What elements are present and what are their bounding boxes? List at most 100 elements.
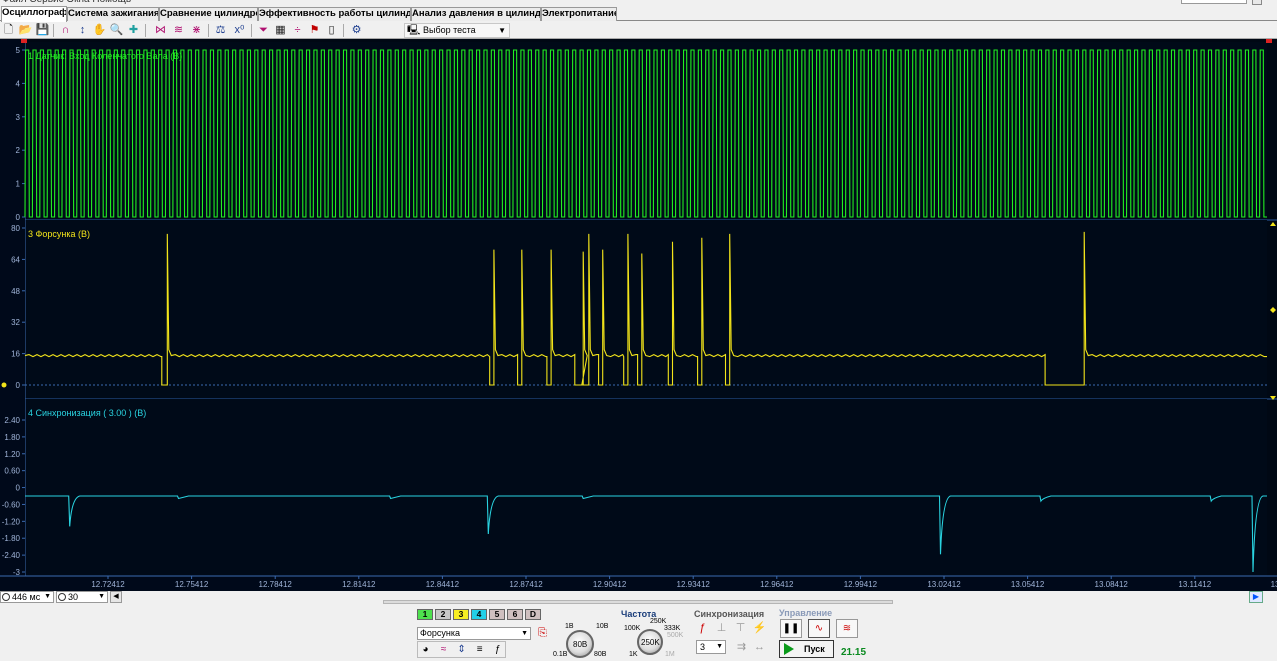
freq-label-333k: 333K bbox=[664, 625, 681, 632]
panel-splitter[interactable] bbox=[383, 600, 893, 604]
waveform-icon[interactable]: ≈ bbox=[436, 642, 451, 657]
tab-cylinder-pressure[interactable]: Анализ давления в цилиндре bbox=[411, 7, 541, 21]
menubar-items[interactable]: Файл Сервис Окна Помощь bbox=[2, 0, 131, 5]
ch3-offset-marker bbox=[1, 382, 7, 388]
oscilloscope-app: Файл Сервис Окна Помощь Осциллограф Сист… bbox=[0, 0, 1277, 661]
toolbar-separator bbox=[53, 24, 54, 37]
oscilloscope-plot[interactable]: 5432101 Датчик: Вход Коленчатого Вала (В… bbox=[0, 39, 1277, 591]
start-marker bbox=[21, 39, 27, 43]
y-tick-label: 16 bbox=[11, 350, 20, 359]
table-icon[interactable]: ▦ bbox=[273, 23, 288, 38]
funnel-icon[interactable]: ⏷ bbox=[256, 23, 271, 38]
function-icon[interactable]: ƒ bbox=[490, 642, 505, 657]
toolbar-separator bbox=[208, 24, 209, 37]
signal-tools: ◕ ≈ ⇕ ≡ ƒ bbox=[417, 641, 507, 658]
sync-offset-icon[interactable]: ↔ bbox=[752, 640, 767, 655]
cursor-icon[interactable]: ↕ bbox=[75, 23, 90, 38]
oscilloscope-svg[interactable]: 5432101 Датчик: Вход Коленчатого Вала (В… bbox=[0, 39, 1277, 591]
zoom-icon[interactable]: 🔍 bbox=[109, 23, 124, 38]
multi-wave-icon[interactable]: ≋ bbox=[836, 619, 858, 638]
new-file-icon[interactable]: 🗋 bbox=[1, 23, 16, 38]
rate-select[interactable]: 30 ▼ bbox=[56, 591, 108, 603]
headphones-icon[interactable]: ∩ bbox=[58, 23, 73, 38]
waveform-icon[interactable]: ⋈ bbox=[153, 23, 168, 38]
x-tick-label: 12.84412 bbox=[426, 580, 460, 589]
run-button[interactable]: Пуск bbox=[779, 640, 834, 658]
pulse-icon[interactable]: ⊤ bbox=[733, 621, 748, 636]
trigger-auto-icon[interactable]: ⚡ bbox=[752, 621, 767, 636]
y-tick-label: 80 bbox=[11, 224, 20, 233]
math-icon[interactable]: ⋇ bbox=[189, 23, 204, 38]
channel-button-d[interactable]: D bbox=[525, 609, 541, 620]
camera-icon[interactable]: ⚙ bbox=[349, 23, 364, 38]
overlay-icon[interactable]: ≋ bbox=[171, 23, 186, 38]
play-icon bbox=[784, 643, 794, 655]
y-tick-label: 1.20 bbox=[4, 450, 20, 459]
y-tick-label: -3 bbox=[13, 568, 21, 577]
tab-cylinder-efficiency[interactable]: Эффективность работы цилиндров bbox=[258, 7, 411, 21]
x-tick-label: 13.02412 bbox=[927, 580, 961, 589]
x-tick-label: 12.93412 bbox=[677, 580, 711, 589]
x-tick-label: 13.11412 bbox=[1178, 580, 1211, 589]
channel-button-6[interactable]: 6 bbox=[507, 609, 523, 620]
test-icon: 🖳 bbox=[407, 25, 421, 36]
open-folder-icon[interactable]: 📂 bbox=[18, 23, 33, 38]
x-tick-label: 13.1 bbox=[1271, 580, 1277, 589]
rate-value: 30 bbox=[68, 592, 79, 602]
falling-edge-icon[interactable]: ⊥ bbox=[714, 621, 729, 636]
control-header: Управление bbox=[779, 608, 833, 618]
tab-power-supply[interactable]: Электропитание bbox=[541, 7, 617, 21]
top-search-field[interactable] bbox=[1181, 0, 1247, 4]
note-icon[interactable]: ▯ bbox=[324, 23, 339, 38]
axis-icon[interactable]: ⚖ bbox=[213, 23, 228, 38]
split-icon[interactable]: ÷ bbox=[290, 23, 305, 38]
channel-button-1[interactable]: 1 bbox=[417, 609, 433, 620]
tab-cylinder-comparison[interactable]: Сравнение цилиндров bbox=[159, 7, 258, 21]
pause-icon[interactable]: ❚❚ bbox=[780, 619, 802, 638]
rising-edge-icon[interactable]: ƒ bbox=[695, 621, 710, 636]
voltage-label-01v: 0.1В bbox=[553, 651, 568, 658]
y-tick-label: -2.40 bbox=[2, 551, 21, 560]
x-tick-label: 12.75412 bbox=[175, 580, 209, 589]
channel-label-ch3: 3 Форсунка (В) bbox=[28, 229, 90, 239]
fill-icon[interactable]: ◕ bbox=[418, 642, 433, 657]
test-select[interactable]: 🖳 Выбор теста ▼ bbox=[404, 23, 510, 38]
y-tick-label: 5 bbox=[16, 46, 21, 55]
freq-label-250k: 250K bbox=[650, 618, 667, 625]
hand-icon[interactable]: ✋ bbox=[92, 23, 107, 38]
lines-icon[interactable]: ≡ bbox=[472, 642, 487, 657]
toolbar-separator bbox=[145, 24, 146, 37]
signal-select[interactable]: Форсунка ▼ bbox=[417, 627, 531, 640]
scroll-right-button[interactable]: ▶ bbox=[1249, 591, 1263, 603]
save-icon[interactable]: 💾 bbox=[35, 23, 50, 38]
y-tick-label: 1.80 bbox=[4, 433, 20, 442]
cursors-icon[interactable]: x⁰ bbox=[232, 23, 247, 38]
x-tick-label: 12.96412 bbox=[760, 580, 794, 589]
channel-button-3[interactable]: 3 bbox=[453, 609, 469, 620]
chevron-down-icon: ▼ bbox=[498, 26, 506, 35]
window-control[interactable] bbox=[1252, 0, 1262, 5]
tab-oscilloscope[interactable]: Осциллограф bbox=[1, 6, 67, 22]
y-tick-label: 4 bbox=[16, 79, 21, 88]
tab-ignition-system[interactable]: Система зажигания bbox=[67, 7, 159, 21]
chevron-down-icon: ▼ bbox=[716, 643, 723, 650]
channel-label-ch4: 4 Синхронизация ( 3.00 ) (В) bbox=[28, 408, 146, 418]
ch3-trigger-level bbox=[1270, 307, 1276, 313]
sine-mode-icon[interactable]: ∿ bbox=[808, 619, 830, 638]
probe-icon[interactable]: ⎘ bbox=[535, 626, 550, 641]
timer-value: 21.15 bbox=[841, 647, 867, 658]
sync-channel-select[interactable]: 3 ▼ bbox=[696, 640, 726, 654]
sync-channel-value: 3 bbox=[700, 642, 706, 652]
scale-icon[interactable]: ⇕ bbox=[454, 642, 469, 657]
chevron-down-icon: ▼ bbox=[98, 593, 105, 600]
channel-button-2[interactable]: 2 bbox=[435, 609, 451, 620]
y-tick-label: 0.60 bbox=[4, 467, 20, 476]
flag-icon[interactable]: ⚑ bbox=[307, 23, 322, 38]
y-tick-label: 1 bbox=[16, 180, 21, 189]
sync-level-icon[interactable]: ⇉ bbox=[734, 640, 749, 655]
filter-icon[interactable]: ✚ bbox=[126, 23, 141, 38]
channel-button-5[interactable]: 5 bbox=[489, 609, 505, 620]
channel-button-4[interactable]: 4 bbox=[471, 609, 487, 620]
scroll-left-button[interactable]: ◀ bbox=[110, 591, 122, 603]
time-scale-select[interactable]: 446 мс ▼ bbox=[0, 591, 54, 603]
